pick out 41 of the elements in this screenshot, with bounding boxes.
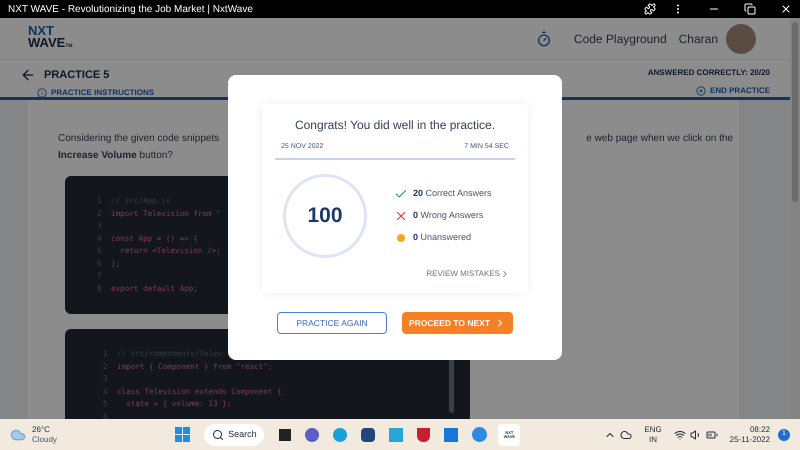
practice-again-button[interactable]: PRACTICE AGAIN	[277, 312, 387, 334]
end-practice-link[interactable]: END PRACTICE	[710, 85, 770, 97]
temperature: 26°C	[32, 424, 51, 434]
clock-date: 25-11-2022	[730, 434, 770, 444]
question-text: Considering the given code snippets	[58, 132, 220, 146]
stat-label: 20 Correct Answers	[413, 187, 492, 200]
search-field[interactable]: Search	[204, 424, 264, 446]
extensions-icon[interactable]	[644, 3, 656, 15]
proceed-button[interactable]: PROCEED TO NEXT	[402, 312, 513, 334]
restore-icon[interactable]	[744, 3, 756, 15]
chat-icon[interactable]	[305, 428, 320, 442]
instructions-link[interactable]: PRACTICE INSTRUCTIONS	[51, 86, 154, 98]
answered-count: ANSWERED CORRECTLY: 20/20	[648, 67, 770, 79]
congrats-title: Congrats! You did well in the practice.	[294, 117, 496, 134]
timer-icon[interactable]	[536, 30, 552, 46]
back-icon[interactable]	[20, 67, 36, 84]
info-icon	[37, 88, 47, 98]
cloud-icon[interactable]	[620, 428, 632, 440]
stat-label: 0 Wrong Answers	[413, 209, 484, 222]
question-text: e web page when we click on the	[586, 132, 733, 146]
store-icon[interactable]	[361, 428, 376, 442]
wifi-icon[interactable]	[674, 428, 686, 440]
shield-icon[interactable]	[417, 428, 430, 442]
clock-time: 08:22	[750, 424, 770, 434]
weather: Cloudy	[32, 434, 57, 444]
practice-title: PRACTICE 5	[44, 68, 110, 83]
user-name: Charan	[678, 30, 718, 48]
stat-label: 0 Unanswered	[413, 230, 472, 244]
start-icon[interactable]	[175, 427, 190, 442]
question-text: Increase Volume button?	[58, 150, 173, 161]
close-icon[interactable]	[780, 3, 792, 15]
window-title: NXT WAVE - Revolutionizing the Job Market | NxtWave	[8, 2, 254, 16]
nav-link[interactable]: Code Playground	[574, 30, 667, 48]
task-view-icon[interactable]	[279, 428, 292, 440]
avatar[interactable]	[726, 24, 756, 54]
search-icon	[212, 428, 224, 440]
volume-icon[interactable]	[690, 428, 702, 440]
review-mistakes-link[interactable]: REVIEW MISTAKES	[426, 268, 500, 280]
language-indicator[interactable]: ENG IN	[644, 424, 662, 444]
battery-icon[interactable]	[706, 428, 718, 440]
plus-circle-icon	[696, 86, 706, 96]
